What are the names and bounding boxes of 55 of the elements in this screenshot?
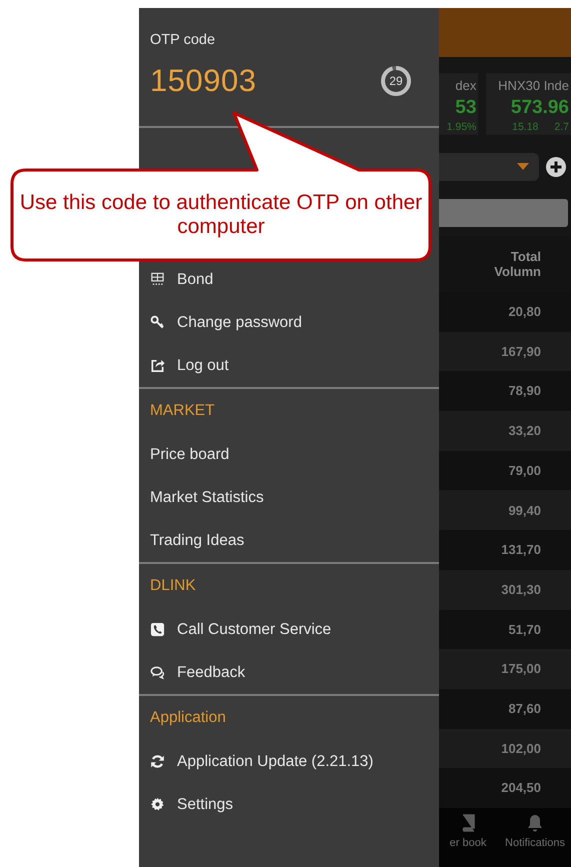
menu-item[interactable]: Call Customer Service [139,608,439,651]
menu-item[interactable]: Market Statistics [139,476,439,519]
index-name: dex [454,77,476,95]
table-cell-text: 102,00 [501,740,541,758]
dropdown-field[interactable] [439,152,539,180]
menu-item[interactable]: Settings [139,783,439,826]
otp-code: 150903 [150,62,256,100]
bell-icon [527,814,543,832]
index-value: 573.96 [510,96,569,120]
index-value: 53 [454,96,476,120]
index-change: 15.18 [512,120,538,136]
index-percent: 2.7 [554,120,569,136]
share-icon [150,358,165,373]
refresh-icon [150,754,165,769]
add-icon[interactable] [545,156,567,178]
table-cell-text: 51,70 [508,620,541,639]
table-cell-text: 131,70 [501,541,541,560]
table-cell-text: 87,60 [508,700,541,718]
section-title: DLINK [149,576,197,596]
table-cell-text: 167,90 [501,342,541,361]
menu-item[interactable]: Application Update (2.21.13) [139,740,439,783]
section-title: Application [149,708,227,728]
chat-icon [150,665,165,680]
callout-text: Use this code to authenticate OTP on other computer [18,190,424,240]
nav-item[interactable]: Notifications [499,814,571,867]
menu-item[interactable]: Change password [139,301,439,344]
phone-icon [150,622,165,637]
menu-item[interactable]: Trading Ideas [139,519,439,562]
table-cell-text: 301,30 [501,580,541,599]
menu-item[interactable]: Log out [139,344,439,387]
table-cell-text: 175,00 [501,660,541,678]
key-icon [150,315,165,330]
caret-icon [517,163,529,170]
countdown-ring [380,65,412,97]
menu-item[interactable]: Feedback [139,651,439,694]
table-cell-text: 78,90 [508,382,541,400]
menu-item[interactable]: Bond [139,258,439,301]
settings-icon [150,797,165,812]
column-header: Total Volumn [493,250,541,279]
countdown-text: 29 [389,73,403,90]
bond-icon [150,272,165,287]
table-cell-text: 204,50 [501,779,541,798]
menu-item[interactable]: Price board [139,433,439,476]
table-cell-text: 99,40 [508,502,541,520]
index-card[interactable]: HNX30 Inde 573.96 15.18 2.7 [486,73,571,135]
otp-label: OTP code [150,31,216,50]
section-title: MARKET [149,401,216,422]
table-cell-text: 20,80 [508,303,541,322]
index-change: 1.95% [446,120,476,136]
search-bar[interactable] [439,199,568,227]
table-cell-text: 79,00 [508,462,541,480]
table-cell-text: 33,20 [508,422,541,440]
index-name: HNX30 Inde [497,77,569,95]
index-card[interactable]: dex 53 1.95% [439,73,478,135]
nav-item[interactable]: er book [445,814,491,867]
